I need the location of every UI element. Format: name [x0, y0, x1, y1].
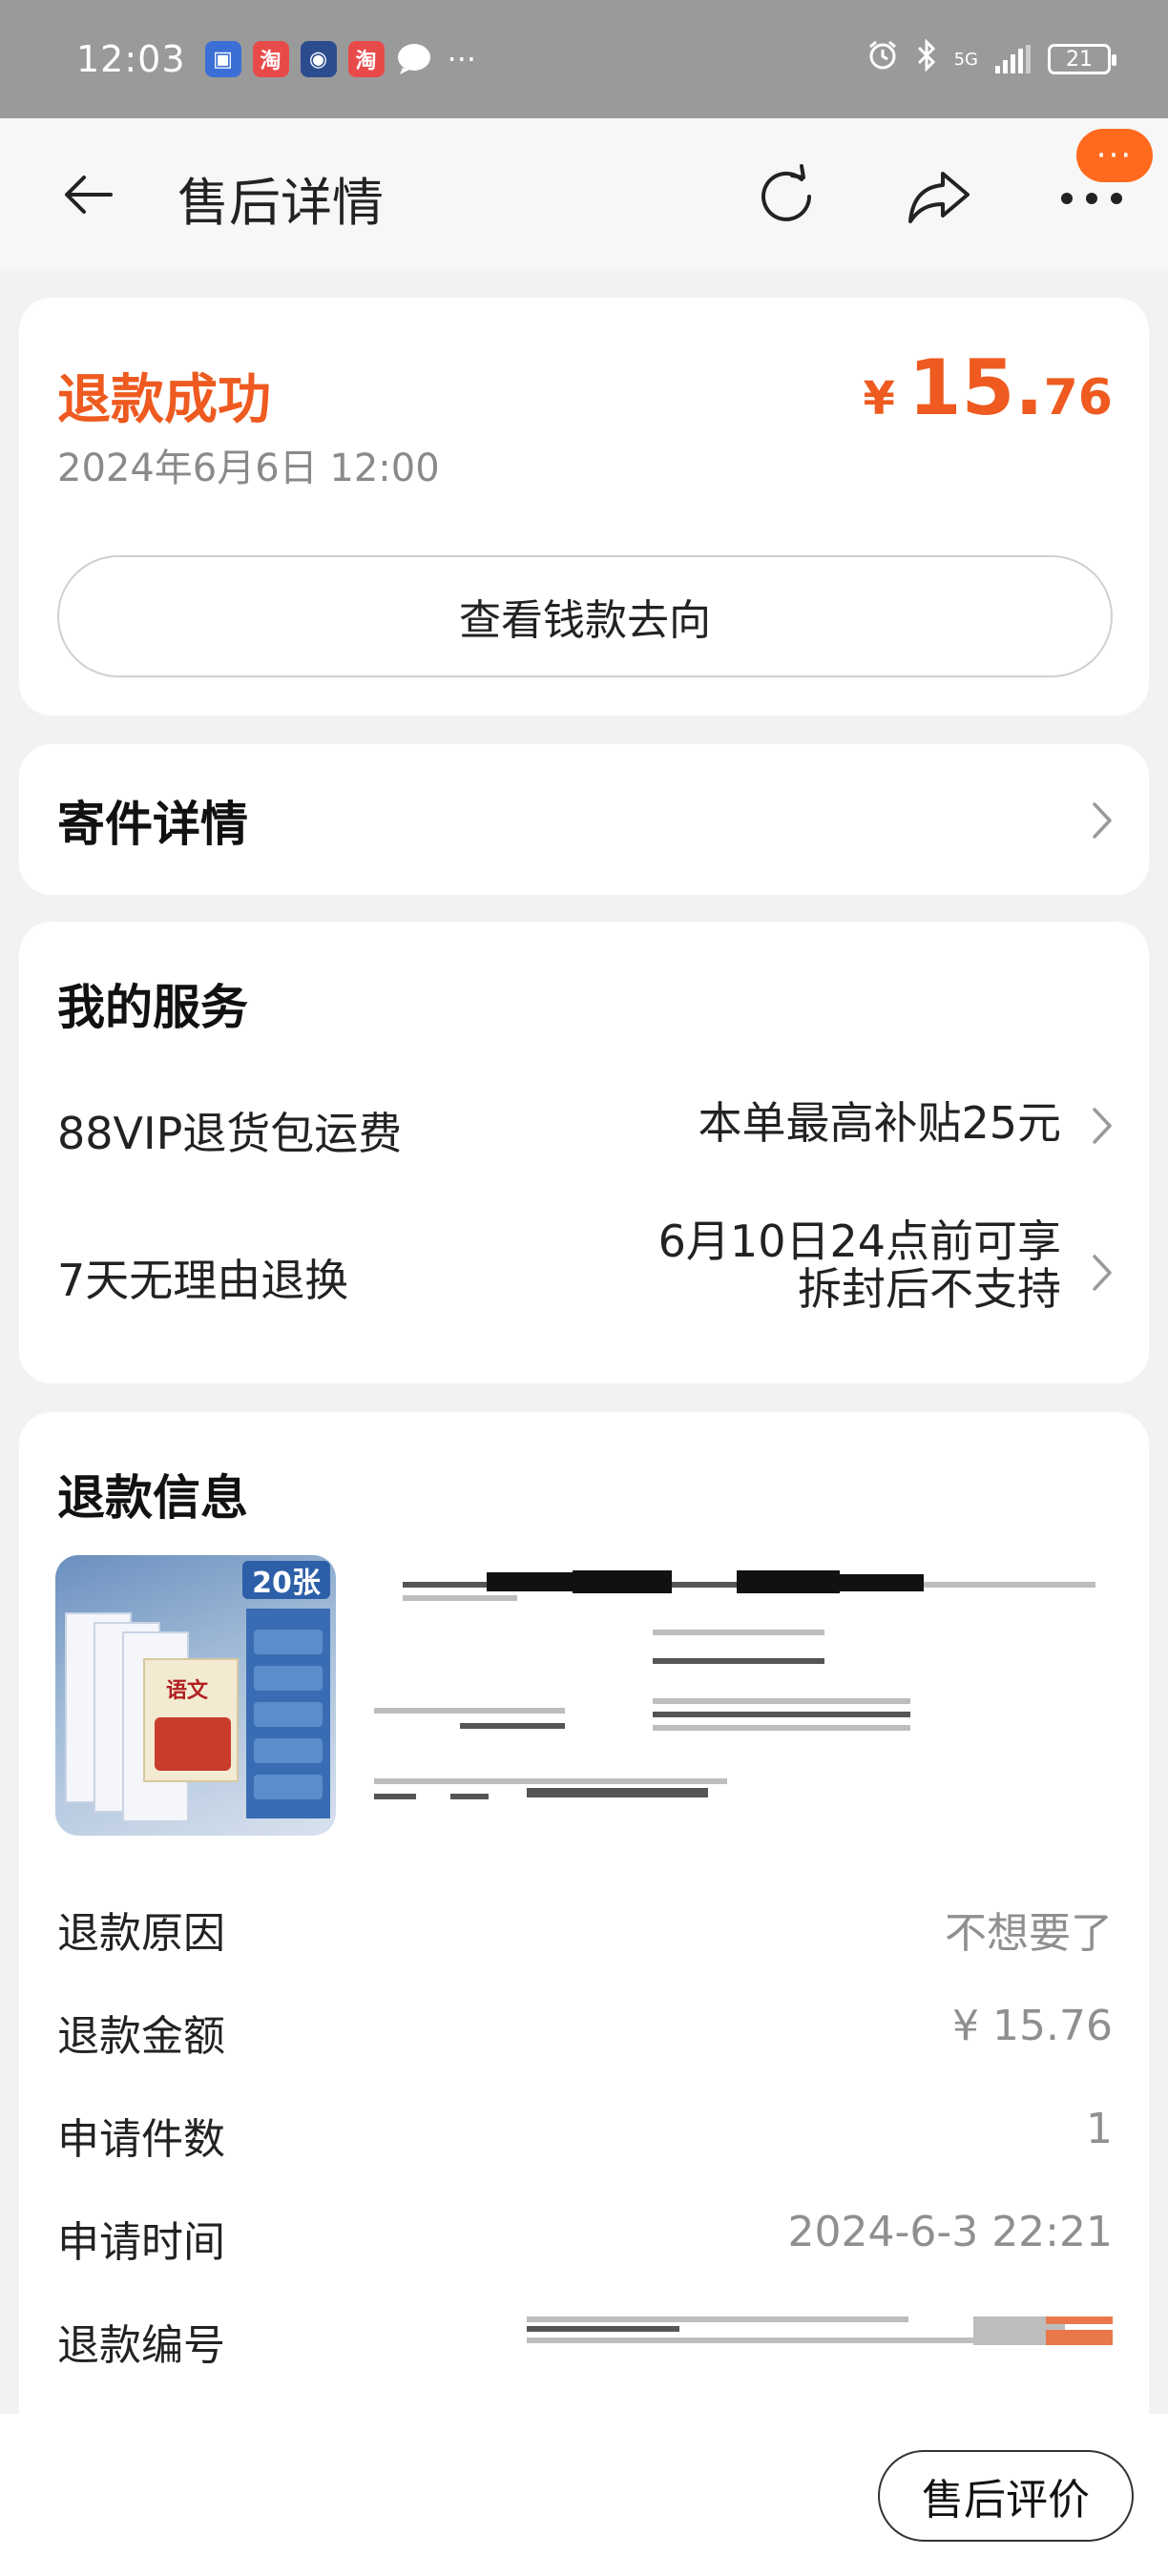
- service-item-value[interactable]: 本单最高补贴25元: [698, 1099, 1061, 1147]
- view-money-flow-button[interactable]: 查看钱款去向: [57, 555, 1113, 677]
- chevron-right-icon: [1092, 801, 1113, 840]
- product-thumbnail[interactable]: 语文 20张: [55, 1555, 336, 1836]
- shipping-details-card[interactable]: 寄件详情: [19, 744, 1149, 895]
- signal-icon: [995, 45, 1031, 73]
- service-value-line: 6月10日24点前可享: [657, 1215, 1061, 1267]
- thumb-book-figure: [155, 1717, 231, 1771]
- status-bar: 12:03 ▣ 淘 ◉ 淘 ··· 5G 21: [0, 0, 1168, 118]
- apply-time-value: 2024-6-3 22:21: [787, 2208, 1113, 2256]
- status-left: 12:03 ▣ 淘 ◉ 淘 ···: [76, 38, 476, 80]
- service-item-label[interactable]: 88VIP退货包运费: [57, 1099, 402, 1162]
- after-sale-review-button[interactable]: 售后评价: [878, 2450, 1134, 2542]
- service-value-line: 拆封后不支持: [798, 1263, 1061, 1315]
- chevron-right-icon: [1092, 1107, 1113, 1145]
- alarm-icon: [866, 39, 899, 79]
- battery-icon: 21: [1048, 44, 1116, 74]
- my-service-title: 我的服务: [57, 980, 248, 1035]
- service-item-value[interactable]: 6月10日24点前可享 拆封后不支持: [658, 1217, 1061, 1313]
- my-service-card: 我的服务 88VIP退货包运费 本单最高补贴25元 7天无理由退换 6月10日2…: [19, 922, 1149, 1383]
- refund-info-title: 退款信息: [57, 1470, 248, 1526]
- apply-time-label: 申请时间: [57, 2218, 225, 2267]
- thumb-book: 语文: [143, 1658, 239, 1782]
- apply-quantity-value: 1: [1086, 2105, 1113, 2153]
- refund-amount-label: 退款金额: [57, 2012, 225, 2061]
- shipping-details-title: 寄件详情: [57, 797, 248, 852]
- more-notifications-icon: ···: [447, 41, 477, 77]
- taobao-notification-icon-2: 淘: [347, 41, 385, 77]
- apply-quantity-label: 申请件数: [57, 2115, 225, 2164]
- refund-date: 2024年6月6日 12:00: [57, 447, 440, 490]
- share-icon[interactable]: [903, 160, 975, 233]
- message-badge[interactable]: ···: [1076, 129, 1153, 182]
- nav-bar: 售后详情: [0, 118, 1168, 269]
- message-bubble-icon: [396, 41, 432, 77]
- thumb-sidebar: [246, 1609, 330, 1818]
- refund-status: 退款成功: [57, 369, 271, 431]
- notification-app-icon: ▣: [204, 41, 241, 77]
- refund-number-label: 退款编号: [57, 2321, 225, 2370]
- status-right: 5G 21: [866, 38, 1116, 79]
- page-title: 售后详情: [177, 173, 384, 233]
- refund-info-card: 退款信息 语文 20张 退款原因 不想要了 退款金额 ¥ 15.76 申请件数 …: [19, 1412, 1149, 2414]
- amount-integer: 15.: [907, 343, 1044, 432]
- taobao-notification-icon: 淘: [252, 41, 289, 77]
- network-type: 5G: [953, 49, 978, 70]
- status-time: 12:03: [76, 38, 186, 80]
- service-value-line: 本单最高补贴25元: [698, 1097, 1061, 1149]
- product-tag: 20张: [242, 1561, 330, 1600]
- bottom-action-bar: 售后评价: [0, 2414, 1168, 2576]
- thumb-book-title: 语文: [166, 1679, 209, 1703]
- service-item-label[interactable]: 7天无理由退换: [57, 1246, 348, 1309]
- refresh-icon[interactable]: [750, 160, 823, 233]
- bluetooth-icon: [916, 38, 937, 79]
- currency-symbol: ¥: [863, 372, 895, 426]
- news-notification-icon: ◉: [300, 41, 337, 77]
- refund-reason-value: 不想要了: [945, 1909, 1113, 1958]
- refund-amount: ¥ 15. 76: [864, 343, 1114, 432]
- refund-status-card: 退款成功 2024年6月6日 12:00 ¥ 15. 76 查看钱款去向: [19, 298, 1149, 716]
- amount-decimal: 76: [1043, 369, 1113, 426]
- chevron-right-icon: [1092, 1254, 1113, 1292]
- refund-reason-label: 退款原因: [57, 1909, 225, 1958]
- back-arrow-icon[interactable]: [59, 166, 116, 223]
- refund-amount-value: ¥ 15.76: [952, 2002, 1113, 2050]
